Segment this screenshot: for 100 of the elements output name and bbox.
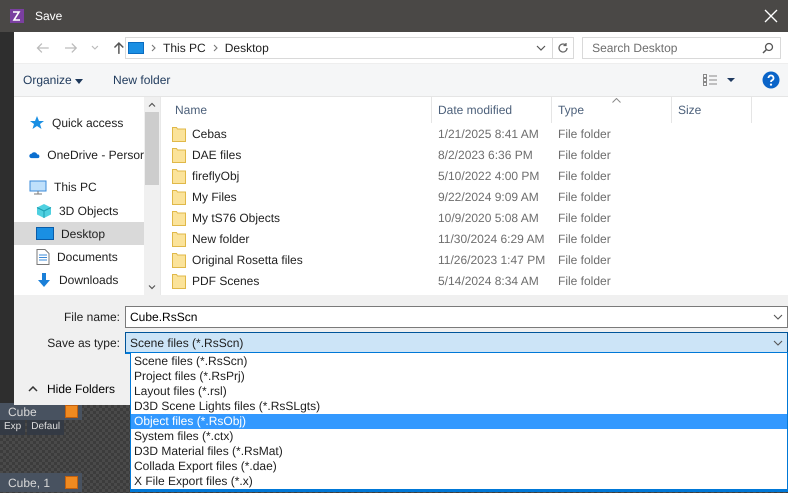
dropdown-option[interactable]: D3D Material files (*.RsMat) — [131, 444, 787, 459]
nav-item[interactable]: Quick access — [14, 111, 144, 135]
chevron-down-icon — [773, 314, 783, 320]
monitor-icon — [29, 180, 47, 194]
organize-menu-button[interactable]: Organize — [23, 73, 84, 87]
app-icon — [9, 8, 25, 24]
dropdown-option[interactable]: D3D Scene Lights files (*.RsSLgts) — [131, 399, 787, 414]
nav-item[interactable]: OneDrive - Persor — [14, 143, 144, 167]
star-icon — [29, 115, 45, 131]
chevron-right-icon — [212, 44, 218, 52]
color-swatch — [65, 405, 78, 418]
date-cell-text: 11/30/2024 6:29 AM — [437, 232, 546, 246]
column-header[interactable]: Type — [552, 97, 672, 123]
type-cell-text: File folder — [557, 210, 612, 224]
breadcrumb-item[interactable]: Desktop — [224, 40, 269, 54]
window-title: Save — [35, 9, 64, 23]
nav-item[interactable]: Desktop — [14, 222, 144, 245]
date-cell-text: 5/10/2022 4:00 PM — [437, 168, 540, 182]
column-header[interactable]: Name — [169, 97, 432, 123]
column-header[interactable]: Size — [672, 97, 752, 123]
dropdown-option[interactable]: X File Export files (*.x) — [131, 474, 787, 489]
file-name: My tS76 Objects — [192, 210, 280, 224]
refresh-icon — [556, 42, 569, 54]
date-cell-text: 8/2/2023 6:36 PM — [437, 148, 534, 162]
nav-item[interactable]: Documents — [14, 245, 144, 268]
file-name: Original Rosetta files — [192, 252, 303, 266]
download-arrow-icon — [36, 272, 52, 288]
field-label: File name: — [62, 310, 121, 324]
up-arrow-icon[interactable] — [113, 40, 126, 54]
color-swatch — [65, 476, 78, 489]
type-cell-text: File folder — [557, 126, 612, 140]
file-type-dropdown[interactable]: Scene files (*.RsScn) — [125, 332, 788, 354]
file-name: DAE files — [192, 148, 242, 162]
hide-folders-button[interactable]: Hide Folders — [28, 382, 128, 396]
file-row[interactable]: Cebas 1/21/2025 8:41 AM File folder — [169, 123, 788, 144]
type-cell-text: File folder — [557, 148, 612, 162]
file-row[interactable]: Original Rosetta files 11/26/2023 1:47 PM File folder — [169, 249, 788, 270]
type-cell-text: File folder — [557, 252, 612, 266]
folder-icon — [172, 252, 186, 268]
file-row[interactable]: DAE files 8/2/2023 6:36 PM File folder — [169, 144, 788, 165]
cloud-icon — [29, 149, 40, 161]
search-icon — [762, 42, 774, 54]
folder-icon — [172, 168, 186, 184]
dropdown-option[interactable]: Layout files (*.rsl) — [131, 384, 787, 399]
file-name: PDF Scenes — [192, 274, 260, 288]
dropdown-option[interactable]: Collada Export files (*.dae) — [131, 459, 787, 474]
chevron-down-icon — [773, 340, 783, 346]
field-label: Save as type: — [46, 336, 121, 350]
column-header[interactable]: Date modified — [432, 97, 552, 123]
type-cell-text: File folder — [557, 190, 612, 204]
caret-down-icon — [75, 79, 84, 84]
panel-tab[interactable]: Exp — [0, 420, 26, 435]
file-row[interactable]: My Files 9/22/2024 9:09 AM File folder — [169, 186, 788, 207]
file-name-field[interactable]: Cube.RsScn — [125, 306, 788, 328]
breadcrumb-item[interactable]: This PC — [163, 40, 206, 54]
folder-icon — [172, 210, 186, 226]
date-cell-text: 1/21/2025 8:41 AM — [437, 126, 540, 140]
chevron-down-icon[interactable] — [536, 44, 546, 50]
refresh-button[interactable] — [552, 36, 574, 58]
nav-item[interactable]: Downloads — [14, 268, 144, 291]
folder-icon — [172, 230, 186, 246]
nav-item[interactable]: 3D Objects — [14, 199, 144, 222]
file-row[interactable]: My tS76 Objects 10/9/2020 5:08 AM File folder — [169, 207, 788, 228]
folder-icon — [172, 188, 186, 204]
file-name: Cebas — [192, 126, 227, 140]
new-folder-button[interactable]: New folder — [113, 73, 170, 87]
sort-caret-icon — [612, 98, 620, 103]
folder-icon — [172, 146, 186, 162]
dropdown-option[interactable]: System files (*.ctx) — [131, 429, 787, 444]
layer-row[interactable]: Cube, 1 — [0, 473, 82, 492]
close-icon[interactable] — [764, 9, 778, 23]
type-cell-text: File folder — [557, 232, 612, 246]
panel-tab[interactable]: Defaul — [27, 420, 64, 435]
file-row[interactable]: PDF Scenes 5/14/2024 8:34 AM File folder — [169, 270, 788, 291]
nav-item[interactable]: This PC — [14, 175, 144, 199]
folder-icon — [172, 272, 186, 288]
type-cell-text: File folder — [557, 274, 612, 288]
scrollbar[interactable] — [144, 97, 160, 295]
file-row[interactable]: New folder 11/30/2024 6:29 AM File folder — [169, 228, 788, 249]
dropdown-option[interactable]: Scene files (*.RsScn) — [131, 354, 787, 369]
scroll-down-icon[interactable] — [148, 285, 156, 290]
dropdown-option[interactable]: Project files (*.RsPrj) — [131, 369, 787, 384]
date-cell-text: 11/26/2023 1:47 PM — [437, 252, 546, 266]
type-cell-text: File folder — [557, 168, 612, 182]
file-name: My Files — [192, 190, 237, 204]
file-name: fireflyObj — [192, 168, 240, 182]
scroll-up-icon[interactable] — [148, 102, 156, 107]
date-cell-text: 9/22/2024 9:09 AM — [437, 190, 540, 204]
folder-icon — [172, 126, 186, 142]
help-icon[interactable] — [762, 71, 780, 89]
object-row[interactable]: Cube — [0, 403, 82, 420]
file-name: New folder — [192, 232, 250, 246]
cube-icon — [36, 202, 52, 218]
view-options-icon[interactable] — [703, 74, 737, 86]
search-field[interactable]: Search Desktop — [582, 36, 781, 58]
address-bar[interactable]: This PC Desktop — [125, 36, 552, 58]
chevron-right-icon — [151, 44, 156, 52]
chevron-up-icon — [28, 386, 38, 392]
monitor-icon — [36, 227, 54, 240]
file-row[interactable]: fireflyObj 5/10/2022 4:00 PM File folder — [169, 165, 788, 186]
